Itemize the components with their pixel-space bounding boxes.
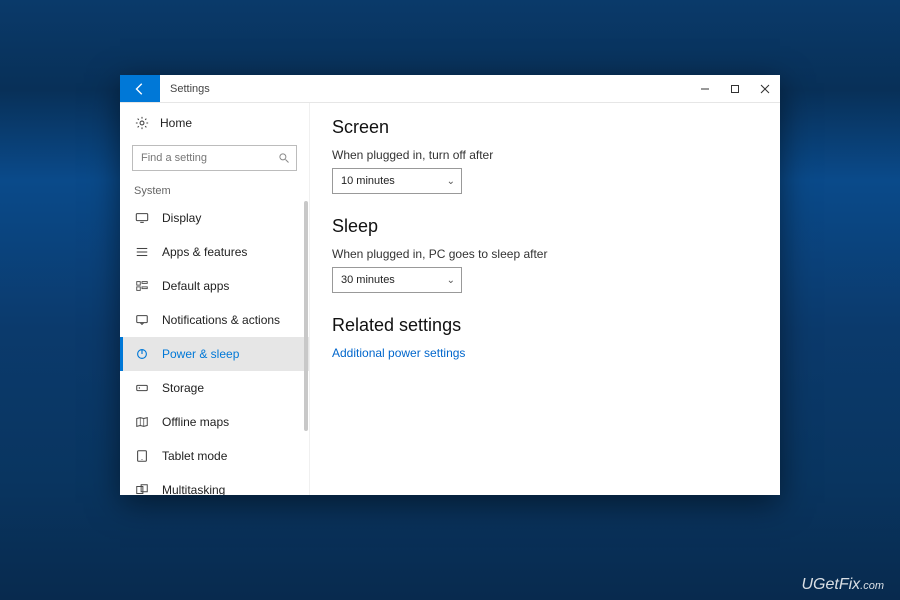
watermark-tld: .com xyxy=(860,580,884,592)
sidebar-item-apps-features[interactable]: Apps & features xyxy=(120,235,309,269)
sidebar-item-offline-maps[interactable]: Offline maps xyxy=(120,405,309,439)
sidebar-item-notifications[interactable]: Notifications & actions xyxy=(120,303,309,337)
window-body: Home Find a setting System Display Apps … xyxy=(120,103,780,495)
maximize-button[interactable] xyxy=(720,75,750,102)
search-container: Find a setting xyxy=(120,139,309,177)
back-button[interactable] xyxy=(120,75,160,102)
sidebar: Home Find a setting System Display Apps … xyxy=(120,103,310,495)
screen-heading: Screen xyxy=(332,117,758,138)
window-controls xyxy=(690,75,780,102)
sidebar-item-label: Multitasking xyxy=(162,483,225,495)
chevron-down-icon: ⌄ xyxy=(447,176,455,187)
close-button[interactable] xyxy=(750,75,780,102)
search-icon xyxy=(278,152,290,164)
storage-icon xyxy=(134,380,150,396)
tablet-icon xyxy=(134,448,150,464)
gear-icon xyxy=(134,115,150,131)
arrow-left-icon xyxy=(133,82,147,96)
watermark: UGetFix.com xyxy=(801,576,884,594)
search-placeholder: Find a setting xyxy=(141,152,207,164)
multitasking-icon xyxy=(134,482,150,495)
sidebar-item-label: Display xyxy=(162,211,201,225)
screen-off-select[interactable]: 10 minutes ⌄ xyxy=(332,168,462,194)
content-pane: Screen When plugged in, turn off after 1… xyxy=(310,103,780,495)
maximize-icon xyxy=(730,84,740,94)
sidebar-item-storage[interactable]: Storage xyxy=(120,371,309,405)
power-icon xyxy=(134,346,150,362)
additional-power-settings-link[interactable]: Additional power settings xyxy=(332,346,758,360)
display-icon xyxy=(134,210,150,226)
sidebar-item-power-sleep[interactable]: Power & sleep xyxy=(120,337,309,371)
sidebar-home-label: Home xyxy=(160,116,192,130)
scroll-thumb[interactable] xyxy=(304,201,308,431)
apps-icon xyxy=(134,244,150,260)
titlebar: Settings xyxy=(120,75,780,103)
sidebar-item-display[interactable]: Display xyxy=(120,201,309,235)
sleep-value: 30 minutes xyxy=(341,274,395,286)
sidebar-item-label: Default apps xyxy=(162,279,229,293)
sidebar-item-tablet-mode[interactable]: Tablet mode xyxy=(120,439,309,473)
sidebar-nav: Display Apps & features Default apps Not… xyxy=(120,201,309,495)
sidebar-item-label: Tablet mode xyxy=(162,449,227,463)
minimize-button[interactable] xyxy=(690,75,720,102)
sleep-select[interactable]: 30 minutes ⌄ xyxy=(332,267,462,293)
chevron-down-icon: ⌄ xyxy=(447,275,455,286)
sidebar-home[interactable]: Home xyxy=(120,107,309,139)
related-heading: Related settings xyxy=(332,315,758,336)
notifications-icon xyxy=(134,312,150,328)
close-icon xyxy=(760,84,770,94)
sidebar-item-label: Notifications & actions xyxy=(162,313,280,327)
sidebar-category: System xyxy=(120,177,309,201)
sleep-label: When plugged in, PC goes to sleep after xyxy=(332,247,758,261)
default-apps-icon xyxy=(134,278,150,294)
sidebar-item-multitasking[interactable]: Multitasking xyxy=(120,473,309,495)
settings-window: Settings Home Find a setting xyxy=(120,75,780,495)
sidebar-item-default-apps[interactable]: Default apps xyxy=(120,269,309,303)
sidebar-item-label: Storage xyxy=(162,381,204,395)
sidebar-item-label: Power & sleep xyxy=(162,347,239,361)
sidebar-scrollbar[interactable] xyxy=(304,201,308,495)
search-input[interactable]: Find a setting xyxy=(132,145,297,171)
sleep-heading: Sleep xyxy=(332,216,758,237)
window-title: Settings xyxy=(160,75,690,102)
screen-off-value: 10 minutes xyxy=(341,175,395,187)
sidebar-item-label: Offline maps xyxy=(162,415,229,429)
sidebar-item-label: Apps & features xyxy=(162,245,247,259)
screen-off-label: When plugged in, turn off after xyxy=(332,148,758,162)
maps-icon xyxy=(134,414,150,430)
watermark-brand: UGetFix xyxy=(801,576,860,593)
minimize-icon xyxy=(700,84,710,94)
